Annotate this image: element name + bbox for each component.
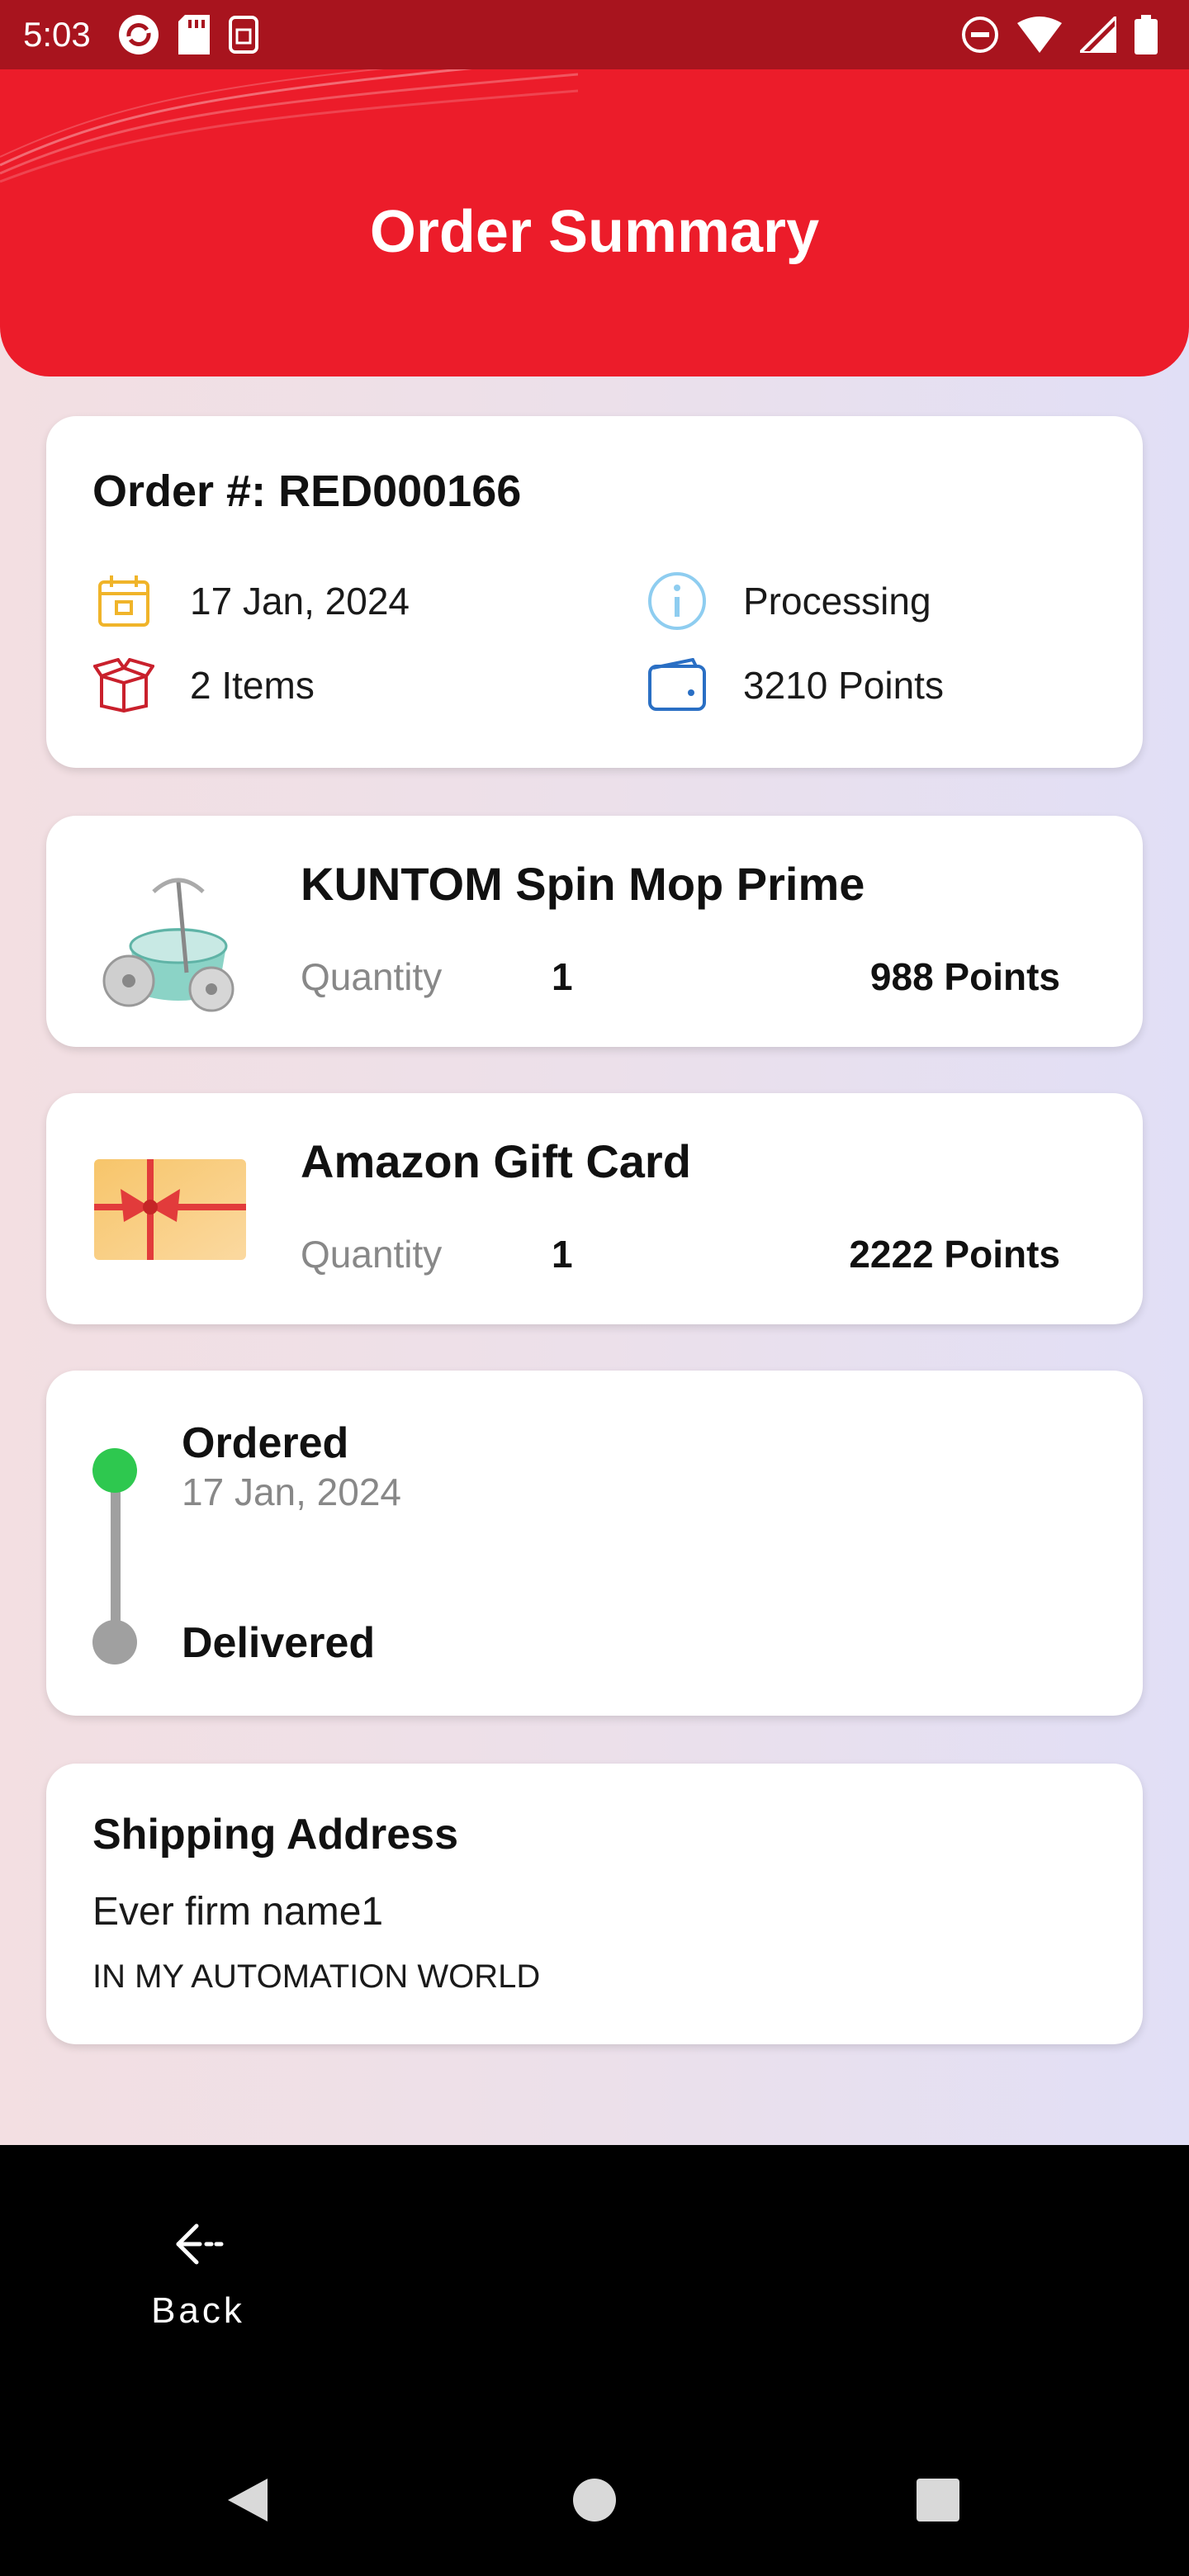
ordered-date: 17 Jan, 2024 bbox=[182, 1470, 402, 1513]
item-points: 2222 Points bbox=[849, 1233, 1060, 1276]
shipping-address-title: Shipping Address bbox=[92, 1811, 458, 1859]
gift-card-image bbox=[94, 1159, 246, 1260]
item-name: KUNTOM Spin Mop Prime bbox=[301, 858, 865, 910]
bottom-bar: Back bbox=[0, 2145, 1189, 2576]
order-points-row: 3210 Points bbox=[646, 654, 944, 717]
tracking-line bbox=[111, 1486, 121, 1627]
order-item-card[interactable]: Amazon Gift Card Quantity 1 2222 Points bbox=[46, 1093, 1143, 1324]
page-title: Order Summary bbox=[369, 199, 820, 265]
system-navigation-bar bbox=[0, 2451, 1189, 2574]
order-items-count: 2 Items bbox=[190, 664, 315, 707]
header-swoosh-decoration bbox=[0, 58, 578, 183]
order-number: Order #: RED000166 bbox=[92, 466, 522, 516]
nav-recents-icon[interactable] bbox=[915, 2477, 961, 2523]
shipping-address-card: Shipping Address Ever firm name1 IN MY A… bbox=[46, 1764, 1143, 2044]
info-icon bbox=[646, 570, 708, 632]
sim-icon bbox=[228, 16, 258, 54]
do-not-disturb-icon bbox=[962, 17, 998, 53]
quantity-value: 1 bbox=[552, 955, 573, 998]
ordered-status-dot bbox=[92, 1448, 137, 1493]
order-status-row: Processing bbox=[646, 570, 931, 632]
back-button[interactable]: Back bbox=[124, 2221, 272, 2370]
box-icon bbox=[92, 654, 155, 717]
order-tracking-card: Ordered 17 Jan, 2024 Delivered bbox=[46, 1371, 1143, 1716]
back-arrow-icon bbox=[176, 2223, 224, 2265]
signal-icon bbox=[1080, 17, 1116, 53]
order-date-row: 17 Jan, 2024 bbox=[92, 570, 410, 632]
status-bar: 5:03 bbox=[0, 0, 1189, 69]
order-details-card: Order #: RED000166 17 Jan, 2024 Processi… bbox=[46, 416, 1143, 768]
quantity-label: Quantity bbox=[301, 1233, 443, 1276]
calendar-icon bbox=[92, 570, 155, 632]
order-total-points: 3210 Points bbox=[743, 664, 944, 707]
order-date: 17 Jan, 2024 bbox=[190, 580, 410, 623]
delivered-label: Delivered bbox=[182, 1619, 376, 1667]
order-item-card[interactable]: KUNTOM Spin Mop Prime Quantity 1 988 Poi… bbox=[46, 816, 1143, 1047]
battery-icon bbox=[1135, 15, 1158, 54]
order-items-row: 2 Items bbox=[92, 654, 315, 717]
item-name: Amazon Gift Card bbox=[301, 1135, 691, 1187]
nav-home-icon[interactable] bbox=[571, 2477, 618, 2523]
ordered-label: Ordered bbox=[182, 1419, 349, 1467]
back-label: Back bbox=[151, 2290, 245, 2331]
wifi-icon bbox=[1017, 17, 1062, 53]
order-status: Processing bbox=[743, 580, 931, 623]
quantity-value: 1 bbox=[552, 1233, 573, 1276]
delivered-status-dot bbox=[92, 1620, 137, 1664]
shipping-address-line1: Ever firm name1 bbox=[92, 1890, 384, 1934]
wallet-icon bbox=[646, 654, 708, 717]
quantity-label: Quantity bbox=[301, 955, 443, 998]
status-time: 5:03 bbox=[23, 15, 91, 54]
item-points: 988 Points bbox=[869, 955, 1060, 998]
sync-icon bbox=[118, 15, 159, 54]
sd-card-icon bbox=[178, 15, 210, 54]
spin-mop-image bbox=[102, 878, 234, 1012]
nav-back-icon[interactable] bbox=[223, 2475, 272, 2525]
shipping-address-line2: IN MY AUTOMATION WORLD bbox=[92, 1958, 541, 1995]
